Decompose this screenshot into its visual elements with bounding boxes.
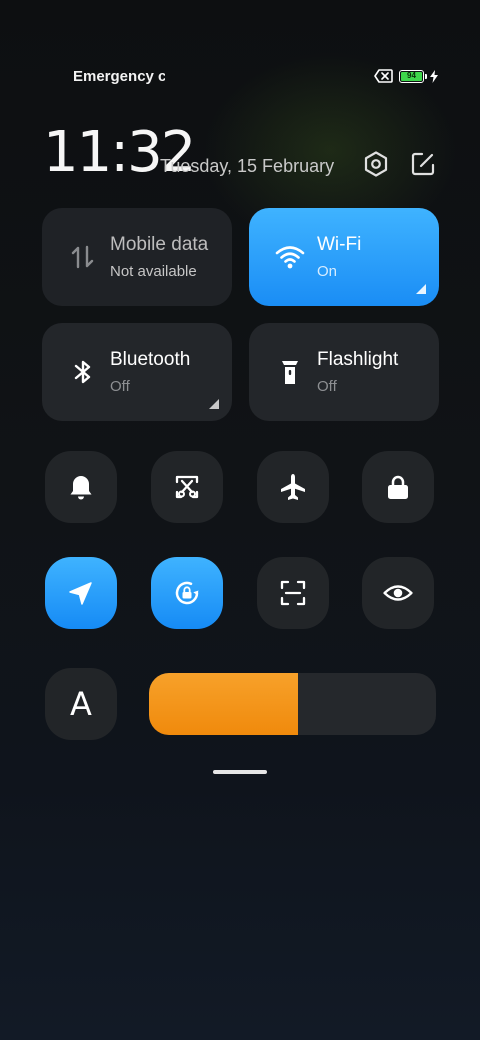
tile-mobile-data-title: Mobile data <box>110 234 209 255</box>
toggle-reading-mode[interactable] <box>362 557 434 629</box>
panel-drag-handle[interactable] <box>213 770 267 774</box>
flashlight-icon <box>282 361 298 384</box>
rotation-lock-icon <box>175 581 199 605</box>
wifi-icon <box>275 246 305 269</box>
no-sim-icon <box>374 69 393 83</box>
brightness-slider[interactable] <box>149 673 436 735</box>
battery-level: 94 <box>401 71 422 81</box>
toggle-scanner[interactable] <box>257 557 329 629</box>
screenshot-icon <box>175 475 199 499</box>
bluetooth-icon <box>74 360 91 384</box>
scan-icon <box>280 580 306 606</box>
tile-mobile-data[interactable]: Mobile data Not available <box>42 208 232 306</box>
auto-brightness-button[interactable]: A <box>45 668 117 740</box>
battery-icon: 94 <box>399 69 427 83</box>
toggle-location[interactable] <box>45 557 117 629</box>
tile-bluetooth-title: Bluetooth <box>110 349 191 370</box>
toggle-screenshot[interactable] <box>151 451 223 523</box>
bell-icon <box>70 476 92 500</box>
charging-bolt-icon <box>430 69 438 83</box>
auto-brightness-label: A <box>70 685 92 723</box>
toggle-ring[interactable] <box>45 451 117 523</box>
tile-wifi-title: Wi-Fi <box>317 234 362 255</box>
tile-wifi[interactable]: Wi-Fi On <box>249 208 439 306</box>
tile-flashlight-title: Flashlight <box>317 349 399 370</box>
settings-icon[interactable] <box>362 150 390 178</box>
brightness-slider-fill <box>149 673 299 735</box>
tile-mobile-data-status: Not available <box>110 263 197 280</box>
tile-wifi-status: On <box>317 263 338 280</box>
status-icons: 94 <box>374 68 438 84</box>
toggle-airplane-mode[interactable] <box>257 451 329 523</box>
wifi-more-indicator[interactable] <box>416 284 426 294</box>
bluetooth-more-indicator[interactable] <box>209 399 219 409</box>
tile-bluetooth[interactable]: Bluetooth Off <box>42 323 232 421</box>
toggle-lock-screen[interactable] <box>362 451 434 523</box>
tile-bluetooth-status: Off <box>110 378 130 395</box>
airplane-icon <box>281 474 305 500</box>
lock-icon <box>388 475 408 499</box>
edit-icon[interactable] <box>409 150 437 178</box>
location-icon <box>69 582 92 605</box>
clock-date[interactable]: Tuesday, 15 February <box>160 156 334 177</box>
tile-flashlight[interactable]: Flashlight Off <box>249 323 439 421</box>
tile-flashlight-status: Off <box>317 378 337 395</box>
status-carrier-text: Emergency calls only <box>73 68 165 85</box>
mobile-data-icon <box>71 245 94 269</box>
eye-icon <box>383 585 413 601</box>
toggle-rotation-lock[interactable] <box>151 557 223 629</box>
